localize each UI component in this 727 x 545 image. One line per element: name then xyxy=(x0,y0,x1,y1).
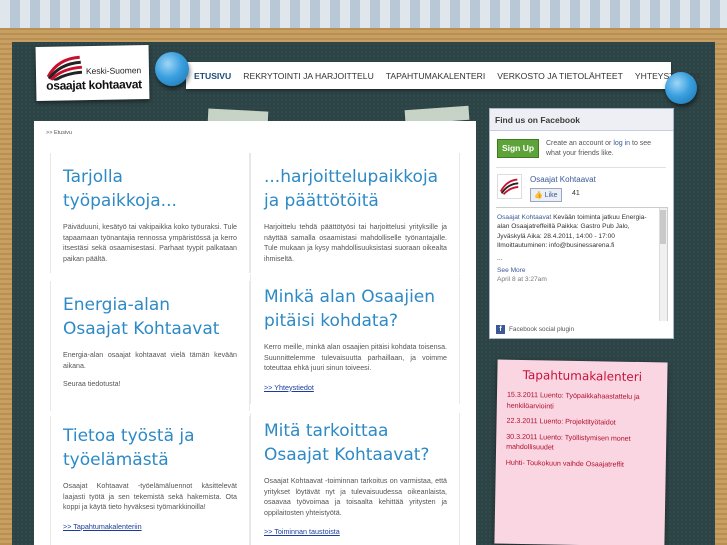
main-navigation: ETUSIVU REKRYTOINTI JA HARJOITTELU TAPAH… xyxy=(186,62,701,89)
facebook-stream[interactable]: Osaajat Kohtaavat Kevään toiminta jatkuu… xyxy=(496,207,668,321)
card-text: Seuraa tiedotusta! xyxy=(63,380,121,388)
post-author[interactable]: Osaajat Kohtaavat xyxy=(497,214,551,221)
logo-line-1: Keski-Suomen xyxy=(85,65,142,77)
like-button[interactable]: 👍 Like xyxy=(530,188,562,202)
nav-item-rekrytointi[interactable]: REKRYTOINTI JA HARJOITTELU xyxy=(243,71,374,81)
event-calendar-note: Tapahtumakalenteri 15.3.2011 Luento: Työ… xyxy=(494,359,668,545)
card-title: Minkä alan Osaajien pitäisi kohdata? xyxy=(264,287,436,331)
card-energia-ala: Energia-alan Osaajat Kohtaavat Energia-a… xyxy=(50,281,250,411)
signup-button[interactable]: Sign Up xyxy=(497,139,539,158)
main-content: >> Etusivu Tarjolla työpaikkoja... Päivä… xyxy=(34,121,476,545)
nav-item-verkosto[interactable]: VERKOSTO JA TIETOLÄHTEET xyxy=(497,71,623,81)
facebook-icon: f xyxy=(496,325,505,334)
card-title: Energia-alan Osaajat Kohtaavat xyxy=(63,295,220,339)
nav-item-etusivu[interactable]: ETUSIVU xyxy=(194,71,231,81)
card-title: ...harjoittelupaikkoja ja päättötöitä xyxy=(264,167,439,211)
logo-stripes-icon xyxy=(46,55,83,81)
card-mita-tarkoittaa: Mitä tarkoittaa Osaajat Kohtaavat? Osaaj… xyxy=(250,413,460,545)
login-link[interactable]: log in xyxy=(613,140,630,147)
plugin-label[interactable]: Facebook social plugin xyxy=(509,326,574,333)
site-logo[interactable]: Keski-Suomen osaajat kohtaavat xyxy=(35,45,150,101)
card-text: Osaajat Kohtaavat -työelämäluennot käsit… xyxy=(63,482,237,511)
divider xyxy=(496,167,666,168)
logo-stripes-icon xyxy=(499,178,519,195)
breadcrumb[interactable]: >> Etusivu xyxy=(46,130,72,136)
event-item[interactable]: 15.3.2011 Luento: Työpaikkahaastattelu j… xyxy=(507,390,657,414)
post-date: April 8 at 3:27am xyxy=(497,276,547,284)
see-more-link[interactable]: See More xyxy=(496,263,667,274)
card-title: Tietoa työstä ja työelämästä xyxy=(63,426,195,470)
events-title: Tapahtumakalenteri xyxy=(522,367,643,385)
post-ellipsis: ... xyxy=(497,254,503,262)
page-avatar[interactable] xyxy=(497,174,522,199)
card-text: Osaajat Kohtaavat -toiminnan tarkoitus o… xyxy=(264,477,447,517)
scrollbar-thumb[interactable] xyxy=(660,210,666,244)
event-item[interactable]: 30.3.2011 Luento: Työllistymisen monet m… xyxy=(506,431,656,455)
events-list: 15.3.2011 Luento: Työpaikkahaastattelu j… xyxy=(496,390,667,471)
nav-item-tapahtumakalenteri[interactable]: TAPAHTUMAKALENTERI xyxy=(386,71,485,81)
cta-text: Create an account or xyxy=(546,140,614,147)
thumbs-up-icon: 👍 xyxy=(534,192,543,199)
card-title: Tarjolla työpaikkoja... xyxy=(63,167,177,211)
event-item[interactable]: 22.3.2011 Luento: Projektityötaidot xyxy=(506,416,656,429)
facebook-cta: Create an account or log in to see what … xyxy=(546,139,666,159)
card-text: Energia-alan osaajat kohtaavat vielä täm… xyxy=(63,351,237,370)
stream-scrollbar[interactable] xyxy=(659,208,667,321)
facebook-footer: f Facebook social plugin xyxy=(496,325,574,334)
event-item[interactable]: Huhti- Toukokuun vaihde Osaajatreffit xyxy=(506,457,656,470)
card-text: Kerro meille, minkä alan osaajien pitäis… xyxy=(264,343,447,372)
like-label: Like xyxy=(544,192,558,199)
card-tyopaikkoja: Tarjolla työpaikkoja... Päiväduuni, kesä… xyxy=(50,153,250,273)
card-tietoa-tyosta: Tietoa työstä ja työelämästä Osaajat Koh… xyxy=(50,416,250,545)
facebook-widget: Find us on Facebook Sign Up Create an ac… xyxy=(489,108,674,339)
top-stripes xyxy=(0,0,727,28)
facebook-page-name[interactable]: Osaajat Kohtaavat xyxy=(530,175,596,184)
card-minka-alan: Minkä alan Osaajien pitäisi kohdata? Ker… xyxy=(250,274,460,404)
yhteystiedot-link[interactable]: >> Yhteystiedot xyxy=(264,383,447,392)
card-harjoittelupaikkoja: ...harjoittelupaikkoja ja päättötöitä Ha… xyxy=(250,153,460,273)
facebook-post: Osaajat Kohtaavat Kevään toiminta jatkuu… xyxy=(496,208,667,263)
card-text: Päiväduuni, kesätyö tai vakipaikka koko … xyxy=(63,223,237,263)
taustoista-link[interactable]: >> Toiminnan taustoista xyxy=(264,527,447,536)
tapahtumakalenteri-link[interactable]: >> Tapahtumakalenteriin xyxy=(63,522,237,531)
facebook-header: Find us on Facebook xyxy=(490,109,673,131)
like-count: 41 xyxy=(572,190,580,197)
pushpin-icon xyxy=(665,72,697,104)
pushpin-icon xyxy=(155,52,189,86)
card-title: Mitä tarkoittaa Osaajat Kohtaavat? xyxy=(264,421,430,465)
logo-line-2: osaajat kohtaavat xyxy=(46,77,142,93)
card-text: Harjoittelu tehdä päättötyösi tai harjoi… xyxy=(264,223,447,263)
